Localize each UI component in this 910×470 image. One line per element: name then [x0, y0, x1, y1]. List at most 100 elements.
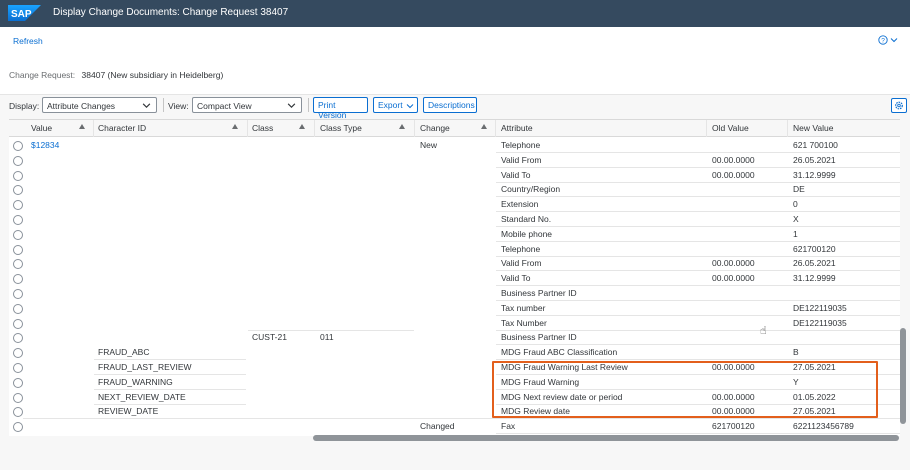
help-icon: ? [878, 35, 888, 45]
sort-icon[interactable] [481, 124, 487, 129]
sap-logo[interactable]: SAP [8, 5, 41, 21]
page-toolbar: Refresh ? [0, 27, 910, 55]
cell-attribute: Telephone [501, 140, 541, 150]
sort-icon[interactable] [399, 124, 405, 129]
cell-attribute: Telephone [501, 243, 541, 254]
row-select-radio[interactable] [13, 170, 23, 181]
sort-icon[interactable] [299, 124, 305, 129]
row-select-radio[interactable] [13, 229, 23, 240]
cell-value[interactable]: $12834 [31, 140, 59, 150]
row-select-radio[interactable] [13, 244, 23, 255]
divider [308, 98, 309, 112]
display-select-value: Attribute Changes [47, 101, 116, 111]
column-divider[interactable] [787, 120, 788, 137]
cell-character-id: NEXT_REVIEW_DATE [98, 391, 186, 402]
cell-attribute: Tax number [501, 302, 546, 313]
cell-new-value: B [793, 347, 799, 358]
cell-attribute: Fax [501, 421, 516, 432]
column-divider[interactable] [93, 120, 94, 137]
table-row[interactable]: Business Partner ID [9, 286, 900, 301]
vertical-scrollbar[interactable] [900, 328, 906, 424]
cell-new-value: 31.12.9999 [793, 169, 836, 180]
column-divider[interactable] [414, 120, 415, 137]
column-header-old-value[interactable]: Old Value [712, 123, 749, 133]
table-row[interactable]: Country/Region DE [9, 182, 900, 198]
row-select-radio[interactable] [13, 363, 23, 373]
view-select[interactable]: Compact View [192, 97, 302, 113]
table-row[interactable]: Tax number DE122119035 [9, 301, 900, 316]
column-header-value[interactable]: Value [31, 123, 52, 133]
table-row[interactable]: Valid To 00.00.0000 31.12.9999 [9, 271, 900, 287]
help-menu-button[interactable]: ? [878, 35, 898, 45]
cell-new-value: DE [793, 184, 805, 195]
row-select-radio[interactable] [13, 392, 23, 403]
row-select-radio[interactable] [13, 303, 23, 314]
cell-attribute: Valid From [501, 258, 542, 269]
sap-logo-text: SAP [11, 9, 32, 20]
table-row[interactable]: Standard No. X [9, 212, 900, 227]
column-divider[interactable] [495, 120, 496, 137]
display-select[interactable]: Attribute Changes [42, 97, 157, 113]
cell-change: New [420, 140, 438, 150]
chevron-down-icon [890, 38, 898, 43]
row-select-radio[interactable] [13, 141, 23, 151]
sort-icon[interactable] [232, 124, 238, 129]
cell-character-id: FRAUD_ABC [98, 347, 150, 358]
table-row[interactable]: Valid To 00.00.0000 31.12.9999 [9, 168, 900, 183]
table-settings-button[interactable] [891, 98, 907, 113]
filter-bar: Display: Attribute Changes View: Compact… [0, 95, 910, 120]
row-select-radio[interactable] [13, 422, 23, 433]
cell-new-value: 621700120 [793, 243, 836, 254]
horizontal-scrollbar[interactable] [313, 435, 899, 441]
row-select-radio[interactable] [13, 200, 23, 211]
column-divider[interactable] [706, 120, 707, 137]
row-select-radio[interactable] [13, 407, 23, 418]
cell-attribute: Valid To [501, 169, 531, 180]
divider [163, 98, 164, 112]
row-select-radio[interactable] [13, 259, 23, 270]
row-select-radio[interactable] [13, 377, 23, 388]
cell-old-value: 00.00.0000 [712, 169, 755, 180]
column-header-class-type[interactable]: Class Type [320, 123, 362, 133]
column-header-character-id[interactable]: Character ID [98, 123, 146, 133]
table-row[interactable]: FRAUD_ABC MDG Fraud ABC Classification B [9, 345, 900, 361]
sort-icon[interactable] [79, 124, 85, 129]
row-select-radio[interactable] [13, 215, 23, 225]
cell-new-value: 6221123456789 [793, 421, 854, 432]
refresh-button[interactable]: Refresh [13, 36, 43, 46]
column-header-attribute[interactable]: Attribute [501, 123, 533, 133]
table-row[interactable]: $12834 New Telephone 621 700100 [9, 138, 900, 153]
row-select-radio[interactable] [13, 333, 23, 344]
cell-new-value: DE122119035 [793, 302, 847, 313]
descriptions-button[interactable]: Descriptions [423, 97, 477, 113]
column-divider[interactable] [247, 120, 248, 137]
row-select-radio[interactable] [13, 348, 23, 359]
column-header-new-value[interactable]: New Value [793, 123, 833, 133]
print-version-button[interactable]: Print Version [313, 97, 368, 120]
export-button-label: Export [378, 100, 403, 110]
table-row[interactable]: Mobile phone 1 [9, 227, 900, 242]
cell-new-value: 26.05.2021 [793, 258, 836, 269]
view-label: View: [168, 101, 189, 111]
row-select-radio[interactable] [13, 155, 23, 166]
column-header-change[interactable]: Change [420, 123, 450, 133]
cell-new-value: DE122119035 [793, 317, 847, 328]
row-select-radio[interactable] [13, 185, 23, 196]
table-row[interactable]: Valid From 00.00.0000 26.05.2021 [9, 256, 900, 272]
app-title: Display Change Documents: Change Request… [53, 7, 289, 18]
cell-attribute: Mobile phone [501, 228, 553, 239]
row-select-radio[interactable] [13, 274, 23, 285]
table-row[interactable]: Extension 0 [9, 197, 900, 213]
cell-change: Changed [420, 421, 455, 432]
table-row[interactable]: Changed Fax 621700120 6221123456789 [9, 419, 900, 435]
row-select-radio[interactable] [13, 318, 23, 329]
column-divider[interactable] [314, 120, 315, 137]
gear-icon [895, 101, 903, 110]
column-header-class[interactable]: Class [252, 123, 273, 133]
table-row[interactable]: Telephone 621700120 [9, 242, 900, 257]
export-button[interactable]: Export [373, 97, 418, 113]
object-header: Change Request: 38407 (New subsidiary in… [0, 55, 910, 95]
row-select-radio[interactable] [13, 289, 23, 299]
table-row[interactable]: Valid From 00.00.0000 26.05.2021 [9, 153, 900, 168]
shell-bar: SAP Display Change Documents: Change Req… [0, 0, 910, 27]
